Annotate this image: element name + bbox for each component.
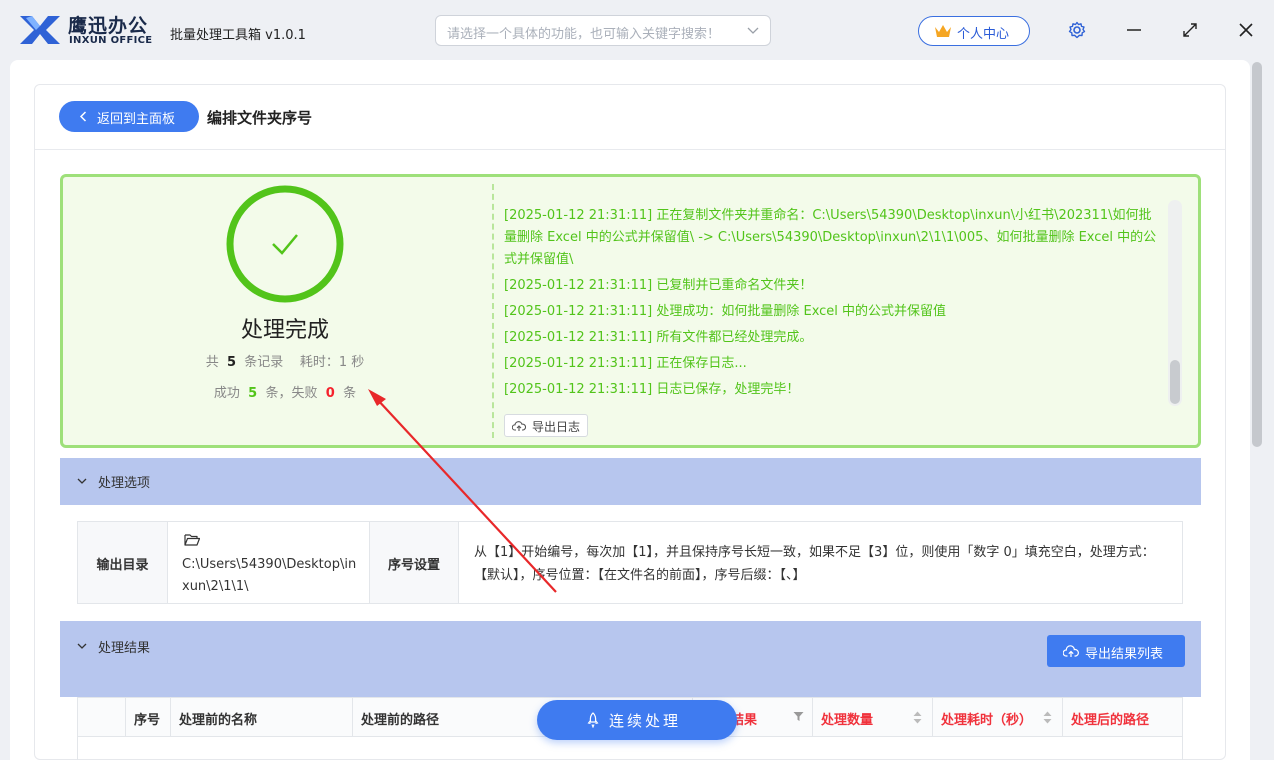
results-section-label: 处理结果 bbox=[98, 641, 151, 656]
back-to-dashboard-button[interactable]: 返回到主面板 bbox=[59, 101, 199, 132]
log-line: [2025-01-12 21:31:11] 正在保存日志... bbox=[504, 356, 747, 371]
elapsed-time: 1 bbox=[338, 355, 348, 370]
page-scrollbar[interactable] bbox=[1252, 62, 1262, 447]
sort-icon[interactable] bbox=[1043, 711, 1052, 724]
serial-settings-desc: 从【1】开始编号，每次加【1】，并且保持序号长短一致，如果不足【3】位，则使用「… bbox=[474, 545, 1155, 583]
success-check-icon bbox=[226, 185, 344, 303]
user-center-label: 个人中心 bbox=[957, 27, 1010, 42]
cloud-upload-icon bbox=[1063, 645, 1079, 657]
rocket-icon bbox=[587, 712, 599, 728]
fail-count: 0 bbox=[325, 386, 335, 401]
minimize-icon[interactable] bbox=[1124, 20, 1144, 40]
crown-icon bbox=[935, 25, 951, 37]
function-search-input[interactable]: 请选择一个具体的功能，也可输入关键字搜索！ bbox=[435, 15, 771, 46]
options-section-header[interactable]: 处理选项 bbox=[60, 458, 1201, 505]
gear-icon[interactable] bbox=[1068, 21, 1086, 39]
page-title: 编排文件夹序号 bbox=[207, 109, 313, 127]
brand-name-en: INXUN OFFICE bbox=[69, 35, 153, 46]
search-placeholder: 请选择一个具体的功能，也可输入关键字搜索！ bbox=[447, 27, 721, 42]
cloud-upload-icon bbox=[512, 421, 526, 431]
title-bar: 鹰迅办公 INXUN OFFICE 批量处理工具箱 v1.0.1 请选择一个具体… bbox=[0, 0, 1274, 60]
output-dir-cell: C:\Users\54390\Desktop\inxun\2\1\1\ bbox=[168, 522, 370, 603]
success-fail-stats: 成功 5 条，失败 0 条 bbox=[213, 386, 357, 401]
maximize-icon[interactable] bbox=[1180, 20, 1200, 40]
chevron-down-icon[interactable] bbox=[76, 475, 88, 487]
app-logo-icon bbox=[20, 16, 60, 44]
record-stats: 共 5 条记录 耗时：1 秒 bbox=[205, 355, 365, 370]
process-log: [2025-01-12 21:31:11] 正在复制文件夹并重命名：C:\Use… bbox=[504, 205, 1164, 405]
column-header-before-name[interactable]: 处理前的名称 bbox=[171, 698, 353, 736]
log-line: [2025-01-12 21:31:11] 日志已保存，处理完毕！ bbox=[504, 382, 800, 397]
continue-processing-label: 连续处理 bbox=[609, 712, 682, 730]
column-header-count[interactable]: 处理数量 bbox=[813, 698, 933, 736]
log-line: [2025-01-12 21:31:11] 正在复制文件夹并重命名：C:\Use… bbox=[504, 208, 1157, 267]
close-icon[interactable] bbox=[1236, 20, 1256, 40]
record-count: 5 bbox=[226, 355, 237, 370]
table-row[interactable] bbox=[77, 737, 1183, 760]
log-line: [2025-01-12 21:31:11] 已复制并已重命名文件夹！ bbox=[504, 278, 813, 293]
export-log-label: 导出日志 bbox=[532, 420, 581, 434]
column-header-time[interactable]: 处理耗时（秒） bbox=[933, 698, 1063, 736]
column-header-after-path[interactable]: 处理后的路径 bbox=[1063, 698, 1182, 736]
sort-icon[interactable] bbox=[913, 711, 922, 724]
chevron-down-icon[interactable] bbox=[746, 23, 760, 37]
log-scrollbar-thumb[interactable] bbox=[1170, 360, 1180, 404]
continue-processing-button[interactable]: 连续处理 bbox=[537, 700, 737, 740]
options-table: 输出目录 C:\Users\54390\Desktop\inxun\2\1\1\… bbox=[77, 521, 1183, 604]
folder-open-icon[interactable] bbox=[184, 533, 200, 546]
log-line: [2025-01-12 21:31:11] 所有文件都已经处理完成。 bbox=[504, 330, 813, 345]
export-results-button[interactable]: 导出结果列表 bbox=[1047, 635, 1185, 667]
filter-icon[interactable] bbox=[793, 711, 804, 722]
serial-settings-cell: 从【1】开始编号，每次加【1】，并且保持序号长短一致，如果不足【3】位，则使用「… bbox=[459, 522, 1182, 603]
chevron-left-icon bbox=[79, 111, 87, 122]
options-section-label: 处理选项 bbox=[98, 476, 151, 491]
output-dir-path: C:\Users\54390\Desktop\inxun\2\1\1\ bbox=[182, 557, 357, 594]
status-title: 处理完成 bbox=[240, 318, 329, 343]
export-results-label: 导出结果列表 bbox=[1085, 647, 1164, 662]
column-header-index[interactable]: 序号 bbox=[126, 698, 171, 736]
export-log-button[interactable]: 导出日志 bbox=[504, 414, 588, 437]
brand-name: 鹰迅办公 bbox=[68, 15, 149, 37]
back-button-label: 返回到主面板 bbox=[97, 112, 176, 127]
results-section-header[interactable]: 处理结果 bbox=[60, 621, 1201, 697]
checkbox-column-header[interactable] bbox=[78, 698, 126, 736]
chevron-down-icon[interactable] bbox=[76, 640, 88, 652]
serial-settings-label: 序号设置 bbox=[370, 522, 459, 603]
log-line: [2025-01-12 21:31:11] 处理成功：如何批量删除 Excel … bbox=[504, 304, 947, 319]
output-dir-label: 输出目录 bbox=[78, 522, 168, 603]
user-center-button[interactable]: 个人中心 bbox=[918, 16, 1030, 46]
card-header-divider bbox=[35, 149, 1225, 150]
status-divider bbox=[492, 184, 494, 438]
app-title: 批量处理工具箱 v1.0.1 bbox=[170, 28, 306, 43]
success-count: 5 bbox=[248, 386, 258, 401]
